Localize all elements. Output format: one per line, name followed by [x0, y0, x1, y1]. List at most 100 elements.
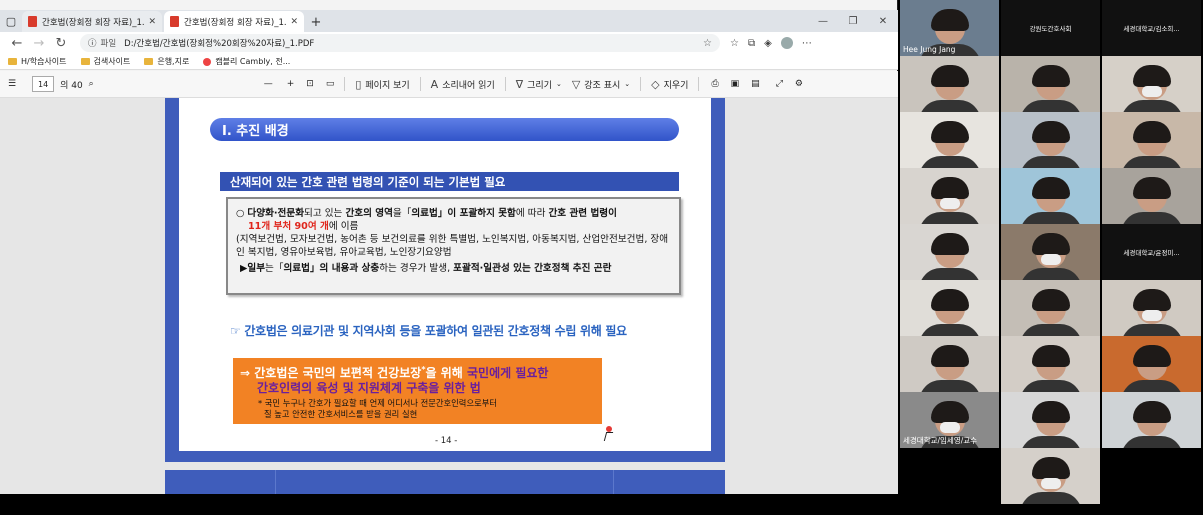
extension-icon[interactable]: ◈	[764, 38, 772, 49]
tab-title: 간호법(장회정 회장 자료)_1.PDF	[42, 17, 145, 28]
participant-video-tile[interactable]	[900, 336, 999, 392]
participant-video-tile[interactable]	[1102, 448, 1201, 504]
participant-video-tile[interactable]: 세경대학교/김소희...	[1102, 0, 1201, 56]
page-view-button[interactable]: ▯ 페이지 보기	[355, 78, 409, 91]
participant-video-tile[interactable]	[900, 448, 999, 504]
participant-video-tile[interactable]	[1001, 56, 1100, 112]
pdf-viewer[interactable]: Ⅰ. 추진 배경 산재되어 있는 간호 관련 법령의 기준이 되는 기본법 필요…	[0, 98, 898, 494]
zoom-out-icon[interactable]: —	[264, 79, 273, 89]
fullscreen-icon[interactable]: ⤢	[776, 79, 783, 89]
url-field[interactable]: ⓘ 파일 D:/간호법/간호법(장회정%20회장%20자료)_1.PDF ☆	[80, 34, 720, 52]
participant-video-tile[interactable]	[1001, 448, 1100, 504]
participant-body	[1120, 100, 1183, 112]
participant-body	[1019, 380, 1082, 392]
video-gallery: Hee Jung Jang 강원도간호사회 세경대학교/김소희... 세경대학교/윤정…	[900, 0, 1203, 506]
participant-face	[1132, 121, 1171, 156]
settings-icon[interactable]: ⚙	[795, 79, 803, 89]
tab-2[interactable]: 간호법(장회정 회장 자료)_1.PDF ✕	[164, 11, 304, 32]
favorite-icon[interactable]: ☆	[703, 38, 712, 49]
participant-video-tile[interactable]	[1001, 168, 1100, 224]
page-total: 의 40	[60, 80, 83, 91]
participant-body	[918, 156, 981, 168]
forward-icon[interactable]: →	[28, 36, 50, 51]
participant-video-tile[interactable]	[1102, 280, 1201, 336]
minimize-icon[interactable]: —	[808, 16, 838, 27]
close-tab-icon[interactable]: ✕	[290, 17, 298, 27]
zoom-in-icon[interactable]: +	[287, 79, 295, 89]
participant-video-tile[interactable]	[900, 56, 999, 112]
participant-video-tile[interactable]: 세경대학교/윤정미...	[1102, 224, 1201, 280]
highlight-button[interactable]: ▽ 강조 표시 ⌄	[572, 78, 630, 91]
tab-actions-icon[interactable]: ▢	[0, 10, 22, 32]
bookmark-folder[interactable]: H/학습사이트	[8, 56, 67, 67]
save-icon[interactable]: ▣	[731, 79, 740, 89]
folder-icon	[80, 58, 90, 65]
participant-face	[930, 233, 969, 268]
participant-video-tile[interactable]	[1001, 336, 1100, 392]
info-icon: ⓘ	[88, 39, 97, 49]
participant-video-tile[interactable]	[900, 112, 999, 168]
participant-video-tile[interactable]	[1001, 280, 1100, 336]
participant-video-tile[interactable]	[1001, 112, 1100, 168]
tab-bar: ▢ 간호법(장회정 회장 자료)_1.PDF ✕ 간호법(장회정 회장 자료)_…	[0, 10, 898, 32]
participant-video-tile[interactable]	[1102, 392, 1201, 448]
chevron-down-icon[interactable]: ⌄	[556, 80, 562, 88]
participant-center-name: 세경대학교/윤정미...	[1123, 249, 1180, 257]
bookmark-folder[interactable]: 은행,지로	[144, 56, 189, 67]
print-icon[interactable]: ⎙	[711, 79, 718, 89]
save-as-icon[interactable]: ▤	[751, 79, 760, 89]
erase-button[interactable]: ◇ 지우기	[651, 78, 688, 91]
participant-video-tile[interactable]	[1102, 56, 1201, 112]
new-tab-button[interactable]: +	[306, 12, 326, 32]
address-bar: ← → ↻ ⓘ 파일 D:/간호법/간호법(장회정%20회장%20자료)_1.P…	[0, 32, 898, 54]
divider	[344, 77, 346, 91]
participant-video-tile[interactable]	[900, 168, 999, 224]
footnote: * 국민 누구나 간호가 필요할 때 언제 어디서나 전문간호인력으로부터 질 높…	[258, 398, 497, 419]
participant-face	[1031, 233, 1070, 268]
participant-video-tile[interactable]	[1001, 224, 1100, 280]
participant-face	[1132, 401, 1171, 436]
close-window-icon[interactable]: ✕	[868, 16, 898, 27]
chevron-down-icon[interactable]: ⌄	[624, 80, 630, 88]
participant-body	[1019, 212, 1082, 224]
bookmark-link[interactable]: 캠블리 Cambly, 전...	[203, 56, 290, 67]
participant-body	[1019, 100, 1082, 112]
tab-title: 간호법(장회정 회장 자료)_1.PDF	[184, 17, 287, 28]
divider	[640, 77, 642, 91]
fit-page-icon[interactable]: ⊡	[306, 79, 314, 89]
participant-body	[918, 268, 981, 280]
contents-icon[interactable]: ☰	[8, 79, 16, 89]
participant-video-tile[interactable]	[1102, 168, 1201, 224]
maximize-icon[interactable]: ❐	[838, 16, 868, 27]
participant-video-tile[interactable]: 세경대학교/임세영/교수	[900, 392, 999, 448]
participant-video-tile[interactable]	[1001, 392, 1100, 448]
tab-1[interactable]: 간호법(장회정 회장 자료)_1.PDF ✕	[22, 11, 162, 32]
close-tab-icon[interactable]: ✕	[148, 17, 156, 27]
read-aloud-icon: A	[430, 77, 439, 91]
participant-video-tile[interactable]	[900, 224, 999, 280]
participant-body	[1019, 492, 1082, 504]
back-icon[interactable]: ←	[6, 36, 28, 51]
participant-video-tile[interactable]	[900, 280, 999, 336]
rotate-icon[interactable]: ▭	[326, 79, 335, 89]
favorites-icon[interactable]: ☆	[730, 38, 739, 49]
participant-video-tile[interactable]	[1102, 336, 1201, 392]
participant-face	[930, 121, 969, 156]
search-icon[interactable]: ⌕	[89, 79, 94, 89]
read-aloud-button[interactable]: A 소리내어 읽기	[431, 78, 495, 91]
participant-video-tile[interactable]	[1102, 112, 1201, 168]
profile-avatar[interactable]	[780, 37, 793, 49]
participant-body	[918, 100, 981, 112]
mouse-cursor-icon	[603, 432, 614, 441]
box-line-4: ▶일부는「의료법」의 내용과 상충하는 경우가 발생, 포괄적·일관성 있는 간…	[240, 263, 612, 274]
participant-video-tile[interactable]: 강원도간호사회	[1001, 0, 1100, 56]
draw-button[interactable]: ∇ 그리기 ⌄	[516, 78, 562, 91]
url-scheme-label: 파일	[100, 39, 117, 49]
participant-video-tile[interactable]: Hee Jung Jang	[900, 0, 999, 56]
bookmark-folder[interactable]: 검색사이트	[80, 56, 130, 67]
collections-icon[interactable]: ⧉	[748, 38, 755, 49]
browser-tools: ☆ ⧉ ◈ ⋯	[730, 37, 812, 49]
page-number-input[interactable]: 14	[32, 76, 55, 92]
more-icon[interactable]: ⋯	[802, 38, 812, 49]
refresh-icon[interactable]: ↻	[50, 36, 72, 51]
